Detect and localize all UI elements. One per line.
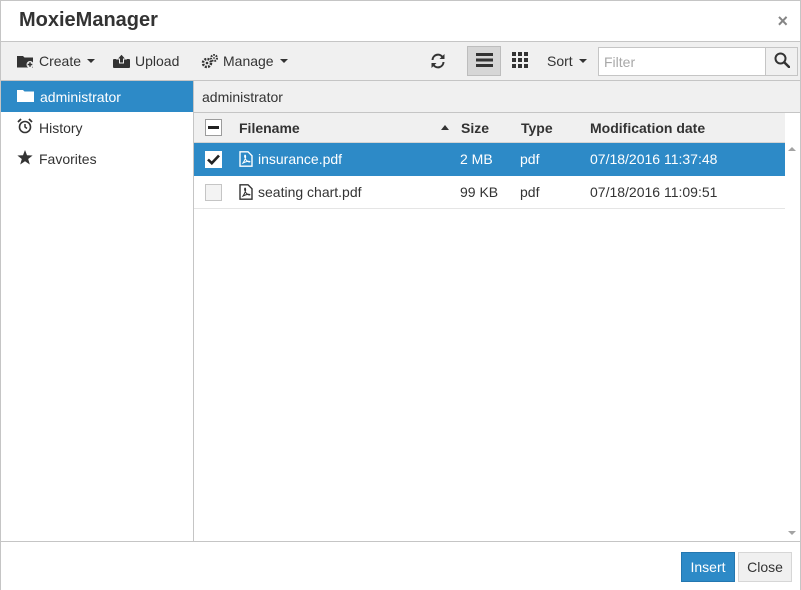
sidebar-item-label: administrator	[40, 88, 121, 105]
dialog-footer: Insert Close	[1, 541, 800, 590]
alarm-clock-icon	[17, 118, 33, 137]
chevron-down-icon	[279, 59, 288, 63]
type-cell: pdf	[520, 151, 540, 167]
column-size-label: Size	[461, 119, 490, 136]
column-modified[interactable]: Modification date	[590, 113, 705, 142]
sort-button[interactable]: Sort	[547, 47, 587, 75]
row-checkbox[interactable]	[205, 143, 222, 175]
vertical-scrollbar[interactable]	[785, 143, 800, 541]
search-button[interactable]	[765, 47, 798, 76]
row-checkbox[interactable]	[205, 176, 222, 208]
select-all-checkbox[interactable]	[205, 113, 222, 142]
list-view-button[interactable]	[467, 46, 501, 76]
dialog-title: MoxieManager	[19, 9, 158, 31]
grid-view-button[interactable]	[503, 46, 537, 76]
table-row[interactable]: seating chart.pdf 99 KB pdf 07/18/2016 1…	[194, 176, 785, 209]
upload-button[interactable]: Upload	[113, 47, 179, 75]
pdf-file-icon	[239, 143, 253, 175]
sort-ascending-icon	[441, 113, 449, 142]
refresh-icon	[429, 52, 447, 70]
modified-cell: 07/18/2016 11:37:48	[590, 151, 718, 167]
sidebar-item-label: History	[39, 119, 83, 136]
view-toggle	[467, 46, 537, 76]
filter-group	[598, 47, 798, 76]
sidebar-item-administrator[interactable]: administrator	[1, 81, 193, 112]
sidebar: administrator History Favorites	[1, 81, 194, 541]
star-icon	[17, 149, 33, 168]
grid-header: Filename Size Type Modification date	[194, 113, 785, 143]
list-view-icon	[475, 52, 493, 70]
breadcrumb: administrator	[194, 81, 800, 113]
column-modified-label: Modification date	[590, 119, 706, 136]
folder-plus-icon	[17, 54, 34, 68]
filename-cell[interactable]: insurance.pdf	[258, 143, 342, 175]
checkbox-unchecked	[205, 183, 222, 201]
file-browser: administrator Filename Size Type Modific…	[194, 81, 800, 541]
title-bar: MoxieManager ×	[1, 1, 800, 42]
column-filename[interactable]: Filename	[239, 113, 300, 142]
sidebar-item-favorites[interactable]: Favorites	[1, 143, 193, 174]
upload-label: Upload	[135, 53, 180, 69]
create-button[interactable]: Create	[17, 47, 96, 75]
refresh-button[interactable]	[429, 47, 447, 75]
checkbox-mixed	[205, 119, 222, 136]
size-cell: 2 MB	[460, 151, 493, 167]
gears-icon	[201, 53, 218, 69]
grid-view-icon	[512, 51, 528, 71]
create-label: Create	[39, 53, 82, 69]
column-filename-label: Filename	[239, 119, 300, 136]
close-icon[interactable]: ×	[777, 11, 788, 32]
manage-button[interactable]: Manage	[201, 47, 288, 75]
column-type[interactable]: Type	[521, 113, 553, 142]
chevron-down-icon	[87, 59, 96, 63]
sort-label: Sort	[547, 53, 573, 69]
size-cell: 99 KB	[460, 184, 499, 200]
toolbar: Create Upload Manage Sort Filter	[1, 42, 800, 81]
manage-label: Manage	[223, 53, 274, 69]
breadcrumb-item[interactable]: administrator	[202, 89, 283, 105]
modified-cell: 07/18/2016 11:09:51	[590, 184, 718, 200]
upload-icon	[113, 54, 130, 68]
sidebar-item-label: Favorites	[39, 150, 97, 167]
search-icon	[774, 52, 790, 71]
column-type-label: Type	[521, 119, 553, 136]
scroll-down-icon[interactable]	[788, 531, 796, 535]
close-button[interactable]: Close	[738, 552, 792, 582]
insert-button[interactable]: Insert	[681, 552, 735, 582]
chevron-down-icon	[578, 59, 587, 63]
column-size[interactable]: Size	[461, 113, 489, 142]
table-row[interactable]: insurance.pdf 2 MB pdf 07/18/2016 11:37:…	[194, 143, 785, 176]
pdf-file-icon	[239, 176, 253, 208]
type-cell: pdf	[520, 184, 540, 200]
folder-icon	[17, 89, 34, 105]
filter-input[interactable]	[598, 47, 765, 76]
sidebar-item-history[interactable]: History	[1, 112, 193, 143]
moxiemanager-dialog: MoxieManager × Create Upload Manage Sort…	[0, 0, 801, 590]
checkbox-checked	[205, 150, 222, 168]
scroll-up-icon[interactable]	[788, 147, 796, 151]
filename-cell[interactable]: seating chart.pdf	[258, 176, 362, 208]
